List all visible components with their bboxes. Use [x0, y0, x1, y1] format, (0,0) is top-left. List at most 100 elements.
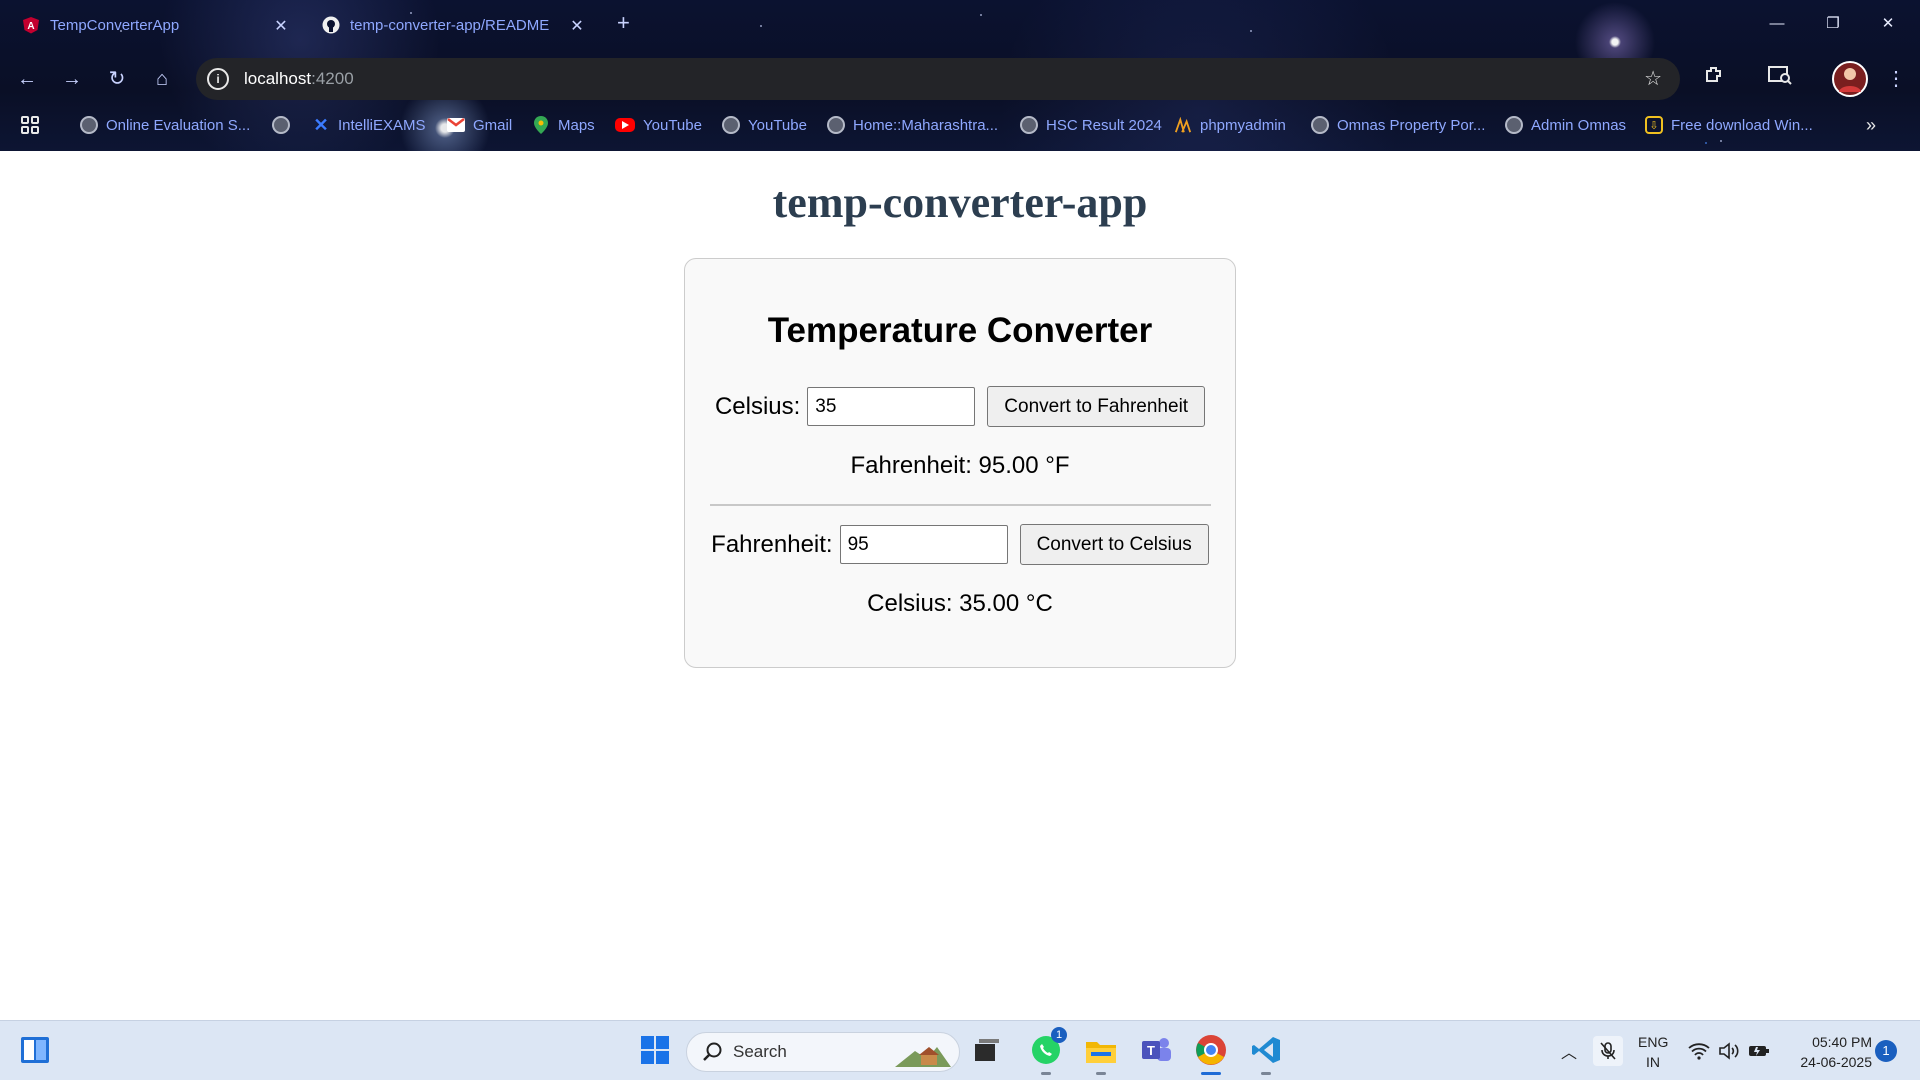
page-content: temp-converter-app Temperature Converter…: [0, 151, 1920, 1020]
convert-to-fahrenheit-button[interactable]: Convert to Fahrenheit: [987, 386, 1206, 427]
bookmarks-bar: Online Evaluation S... ✕ IntelliEXAMS Gma…: [0, 109, 1920, 141]
window-close-icon[interactable]: ✕: [1868, 10, 1908, 38]
bookmark-unnamed[interactable]: [272, 113, 298, 137]
volume-icon[interactable]: [1717, 1039, 1741, 1063]
celsius-input[interactable]: [807, 387, 976, 426]
bookmark-youtube-2[interactable]: YouTube: [722, 113, 807, 137]
search-highlight-icon: [893, 1037, 953, 1069]
taskbar-search[interactable]: Search: [686, 1032, 960, 1072]
fahrenheit-label: Fahrenheit:: [711, 530, 833, 558]
celsius-label: Celsius:: [714, 392, 801, 420]
whatsapp-badge: 1: [1051, 1027, 1067, 1043]
globe-icon: [827, 116, 845, 134]
browser-chrome: A TempConverterApp ✕ temp-converter-app/…: [0, 0, 1920, 151]
download-site-icon: ⇩: [1645, 116, 1663, 134]
start-windows-icon[interactable]: [636, 1031, 674, 1069]
bookmark-intelliexams[interactable]: ✕ IntelliEXAMS: [312, 113, 425, 137]
chrome-icon[interactable]: [1192, 1031, 1230, 1075]
svg-text:A: A: [27, 21, 34, 32]
celsius-result: Celsius: 35.00 °C: [867, 590, 1053, 617]
clock[interactable]: 05:40 PM 24-06-2025: [1782, 1032, 1872, 1072]
globe-icon: [722, 116, 740, 134]
bookmark-phpmyadmin[interactable]: phpmyadmin: [1174, 113, 1286, 137]
fahrenheit-input[interactable]: [839, 525, 1008, 564]
phpmyadmin-icon: [1174, 116, 1192, 134]
maps-pin-icon: [532, 116, 550, 134]
github-icon: [322, 16, 340, 34]
running-indicator: [1096, 1072, 1106, 1075]
fahrenheit-row: Fahrenheit: Convert to Celsius: [685, 524, 1235, 565]
active-indicator: [1201, 1072, 1221, 1075]
search-label: Search: [733, 1042, 787, 1061]
task-view-icon[interactable]: [968, 1031, 1006, 1069]
minimize-icon[interactable]: —: [1757, 10, 1797, 38]
globe-icon: [1505, 116, 1523, 134]
more-bookmarks-icon[interactable]: »: [1866, 113, 1876, 137]
widgets-icon[interactable]: [16, 1031, 54, 1069]
wifi-icon[interactable]: [1687, 1039, 1711, 1063]
tab-github-readme[interactable]: temp-converter-app/README ✕: [300, 6, 596, 44]
close-icon[interactable]: ✕: [272, 16, 290, 36]
divider: [710, 504, 1211, 506]
tab-title: TempConverterApp: [50, 16, 180, 34]
mic-muted-icon[interactable]: [1593, 1036, 1623, 1066]
bookmark-gmail[interactable]: Gmail: [447, 113, 512, 137]
back-icon[interactable]: ←: [12, 64, 42, 94]
reload-icon[interactable]: ↻: [102, 64, 132, 94]
globe-icon: [80, 116, 98, 134]
teams-icon[interactable]: T: [1137, 1031, 1175, 1069]
close-icon[interactable]: ✕: [568, 16, 586, 36]
site-info-icon[interactable]: i: [207, 68, 229, 90]
bookmark-maps[interactable]: Maps: [532, 113, 595, 137]
menu-kebab-icon[interactable]: ⋮: [1881, 64, 1911, 94]
battery-icon[interactable]: [1747, 1039, 1771, 1063]
profile-avatar[interactable]: [1832, 61, 1868, 97]
bookmark-online-evaluation[interactable]: Online Evaluation S...: [80, 113, 250, 137]
whatsapp-icon[interactable]: 1: [1027, 1027, 1067, 1075]
app-title: temp-converter-app: [772, 178, 1148, 227]
globe-icon: [1020, 116, 1038, 134]
svg-text:T: T: [1147, 1043, 1155, 1058]
show-hidden-icons-icon[interactable]: ︿: [1557, 1039, 1581, 1063]
restore-icon[interactable]: ❐: [1813, 10, 1853, 38]
bookmark-star-icon[interactable]: ☆: [1644, 66, 1662, 91]
search-icon: [701, 1040, 725, 1064]
background-star: [1250, 30, 1252, 32]
language-indicator[interactable]: ENG IN: [1638, 1032, 1668, 1072]
browser-toolbar: ← → ↻ ⌂ i localhost:4200 ☆ ⋮: [0, 55, 1920, 103]
media-search-icon[interactable]: [1765, 64, 1795, 94]
windows-taskbar: Search 1 T ︿ ENG IN 05:40 PM 24-06-2025 …: [0, 1020, 1920, 1080]
new-tab-icon[interactable]: +: [617, 12, 630, 34]
apps-grid-icon[interactable]: [20, 113, 40, 137]
background-star: [1705, 142, 1707, 144]
bookmark-youtube[interactable]: YouTube: [615, 113, 702, 137]
notification-badge[interactable]: 1: [1875, 1040, 1897, 1062]
bookmark-free-download[interactable]: ⇩ Free download Win...: [1645, 113, 1813, 137]
running-indicator: [1041, 1072, 1051, 1075]
x-logo-icon: ✕: [313, 114, 329, 135]
bookmark-home-maharashtra[interactable]: Home::Maharashtra...: [827, 113, 998, 137]
forward-icon[interactable]: →: [57, 64, 87, 94]
bookmark-admin-omnas[interactable]: Admin Omnas: [1505, 113, 1626, 137]
home-icon[interactable]: ⌂: [147, 64, 177, 94]
convert-to-celsius-button[interactable]: Convert to Celsius: [1019, 524, 1209, 565]
running-indicator: [1261, 1072, 1271, 1075]
extensions-icon[interactable]: [1699, 64, 1729, 94]
file-explorer-icon[interactable]: [1082, 1031, 1120, 1075]
converter-card: Temperature Converter Celsius: Convert t…: [684, 258, 1236, 668]
address-bar[interactable]: i localhost:4200 ☆: [196, 58, 1680, 100]
fahrenheit-result: Fahrenheit: 95.00 °F: [850, 452, 1070, 479]
card-title: Temperature Converter: [767, 311, 1153, 350]
background-star: [980, 14, 982, 16]
bookmark-omnas-property[interactable]: Omnas Property Por...: [1311, 113, 1485, 137]
gmail-icon: [447, 116, 465, 134]
bookmark-hsc-result[interactable]: HSC Result 2024: [1020, 113, 1162, 137]
tab-tempconverterapp[interactable]: A TempConverterApp ✕: [0, 6, 300, 44]
background-star: [760, 25, 762, 27]
url-text: localhost:4200: [244, 69, 354, 88]
vscode-icon[interactable]: [1247, 1031, 1285, 1075]
globe-icon: [1311, 116, 1329, 134]
tab-title: temp-converter-app/README: [350, 16, 550, 34]
celsius-row: Celsius: Convert to Fahrenheit: [685, 386, 1235, 427]
youtube-icon: [615, 118, 635, 132]
